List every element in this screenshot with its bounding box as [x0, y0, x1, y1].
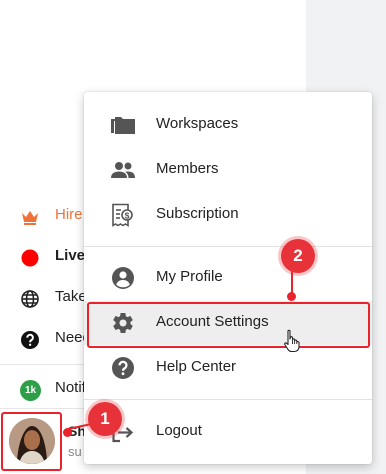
sidebar-item-label: Live	[55, 247, 86, 264]
menu-item-label: Members	[156, 160, 219, 177]
sidebar-item-label: Notif	[55, 379, 86, 396]
receipt-dollar-icon: $	[110, 203, 136, 227]
user-email: su	[68, 444, 82, 459]
highlight-box-account-settings	[87, 302, 370, 348]
menu-divider	[84, 246, 372, 247]
menu-item-logout[interactable]: Logout	[84, 410, 372, 454]
help-circle-icon	[110, 356, 136, 380]
svg-text:$: $	[125, 210, 130, 220]
account-circle-icon	[110, 266, 136, 290]
menu-item-label: Subscription	[156, 205, 239, 222]
menu-item-subscription[interactable]: $ Subscription	[84, 193, 372, 237]
help-circle-icon	[20, 330, 40, 350]
sidebar-item-label: Hire	[55, 206, 83, 223]
step-badge-1: 1	[88, 402, 122, 436]
red-dot-icon	[20, 248, 40, 268]
menu-item-members[interactable]: Members	[84, 148, 372, 192]
sidebar-item-label: Take	[55, 288, 87, 305]
account-menu: Workspaces Members $ Subscription My Pro…	[84, 92, 372, 464]
crown-icon	[20, 207, 40, 227]
folder-icon	[110, 113, 136, 137]
highlight-box-avatar	[1, 412, 62, 471]
annotation-dot	[63, 428, 72, 437]
menu-item-my-profile[interactable]: My Profile	[84, 256, 372, 300]
menu-item-help-center[interactable]: Help Center	[84, 346, 372, 390]
menu-item-label: Workspaces	[156, 115, 239, 132]
menu-item-workspaces[interactable]: Workspaces	[84, 103, 372, 147]
step-badge-2: 2	[281, 239, 315, 273]
people-icon	[110, 158, 136, 182]
notification-badge-icon: 1k	[20, 380, 41, 401]
menu-divider	[84, 399, 372, 400]
annotation-dot	[287, 292, 296, 301]
menu-item-label: My Profile	[156, 268, 223, 285]
menu-item-label: Help Center	[156, 358, 237, 375]
hand-cursor-icon	[283, 329, 303, 353]
menu-item-label: Logout	[156, 422, 202, 439]
globe-icon	[20, 289, 40, 309]
